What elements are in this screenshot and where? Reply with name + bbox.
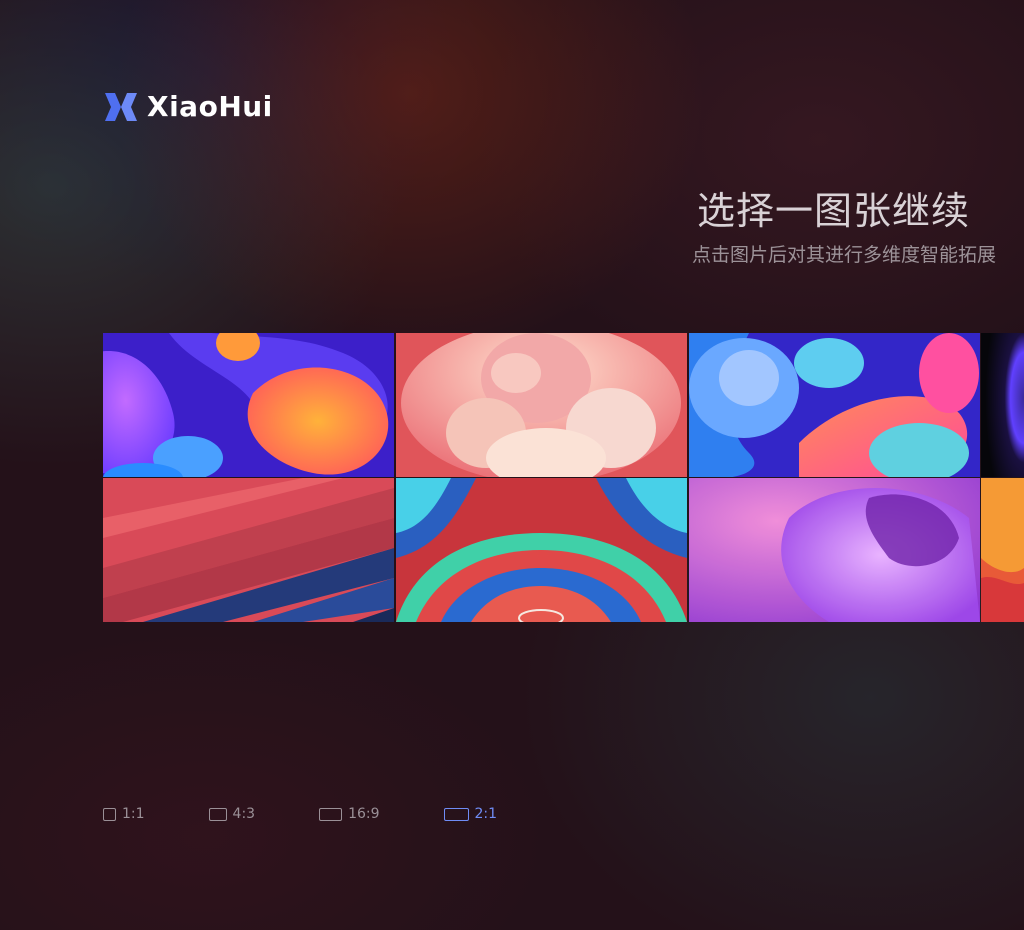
- aspect-ratio-selector: 1:1 4:3 16:9 2:1: [103, 806, 497, 822]
- ratio-label: 16:9: [348, 806, 380, 822]
- gallery-image-6[interactable]: [396, 478, 687, 622]
- xiaohui-logo-icon: [105, 92, 137, 121]
- gallery-image-2[interactable]: [396, 333, 687, 477]
- gallery-image-1[interactable]: [103, 333, 394, 477]
- square-ratio-icon: [103, 807, 116, 821]
- gallery-image-5[interactable]: [103, 478, 394, 622]
- ratio-option-16-9[interactable]: 16:9: [319, 806, 380, 822]
- gallery-image-4[interactable]: [981, 333, 1024, 477]
- page-title: 选择一图张继续: [696, 189, 970, 233]
- rect-4-3-ratio-icon: [208, 807, 227, 821]
- brand-name: XiaoHui: [147, 90, 273, 123]
- ratio-option-4-3[interactable]: 4:3: [208, 806, 256, 822]
- gallery-image-7[interactable]: [689, 478, 980, 622]
- ratio-option-2-1[interactable]: 2:1: [443, 806, 498, 822]
- rect-2-1-ratio-icon: [443, 807, 469, 821]
- rect-16-9-ratio-icon: [319, 807, 343, 821]
- image-gallery: [103, 333, 1024, 623]
- ratio-label: 1:1: [122, 806, 145, 822]
- ratio-label: 4:3: [232, 806, 256, 822]
- gallery-image-8[interactable]: [981, 478, 1024, 622]
- brand-logo[interactable]: XiaoHui: [103, 90, 273, 123]
- gallery-image-3[interactable]: [689, 333, 980, 477]
- page-subtitle: 点击图片后对其进行多维度智能拓展: [691, 244, 996, 266]
- ratio-option-1-1[interactable]: 1:1: [103, 806, 145, 822]
- ratio-label: 2:1: [474, 806, 498, 822]
